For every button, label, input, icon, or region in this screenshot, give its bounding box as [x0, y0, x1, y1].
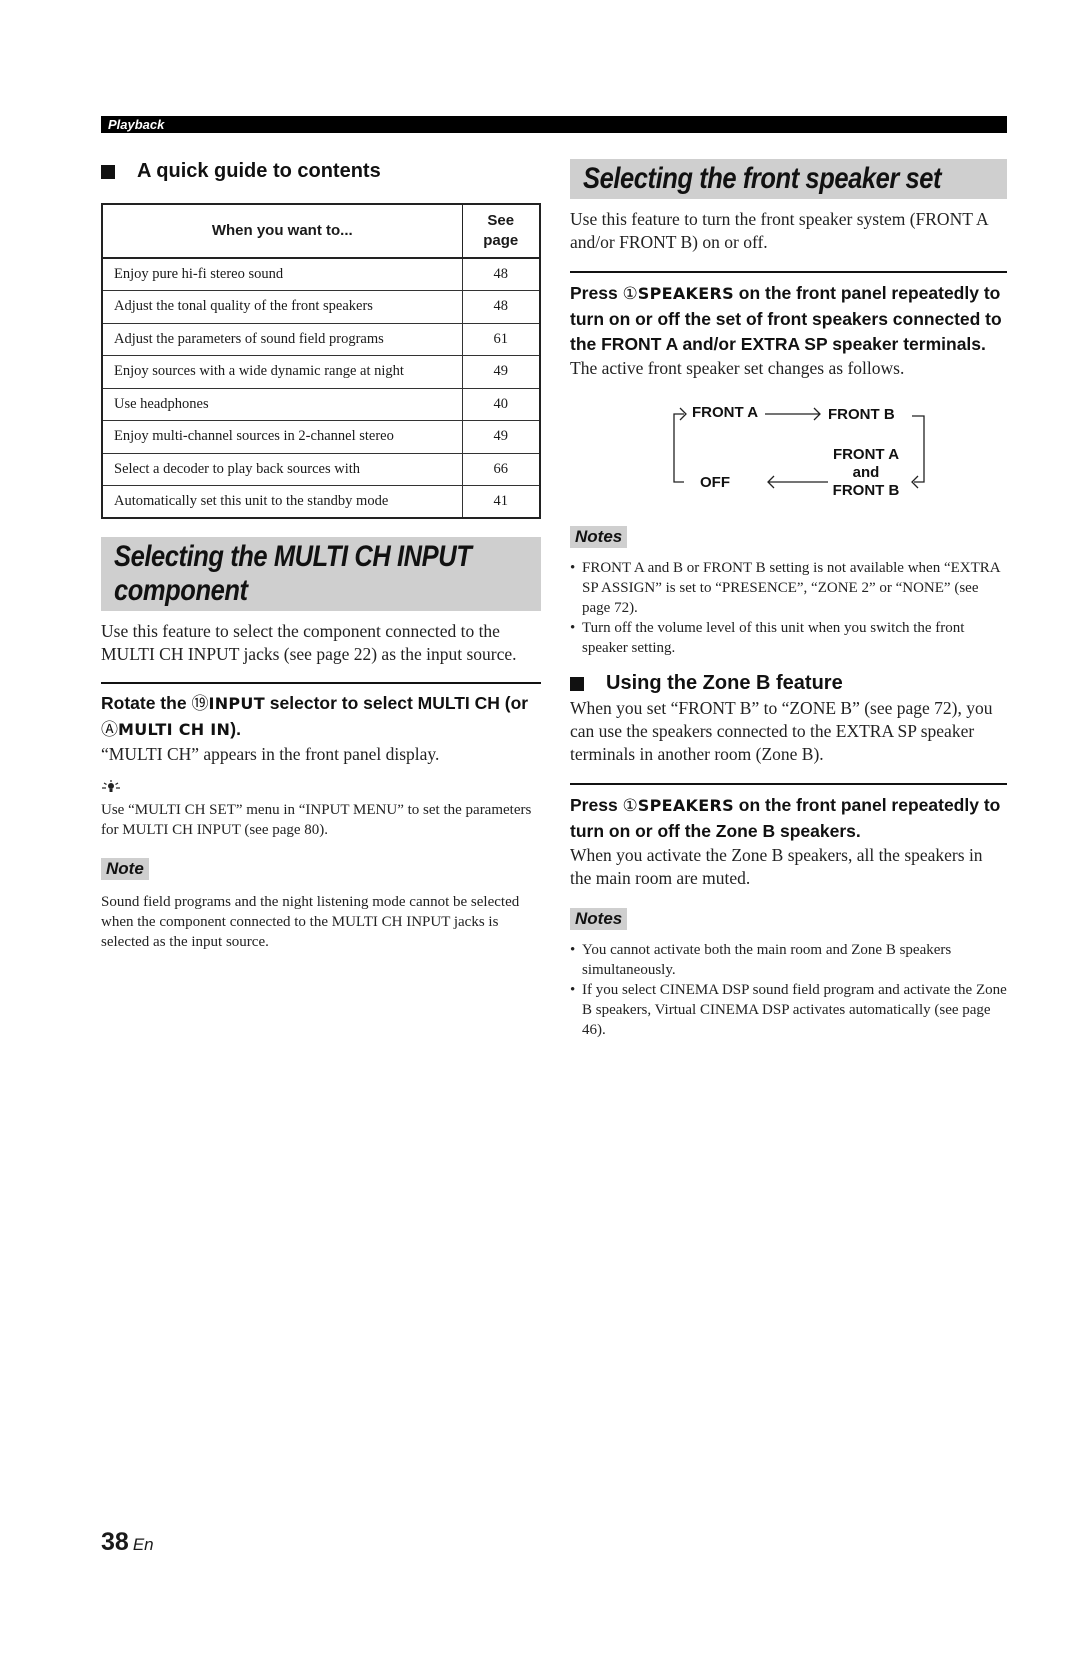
task-cell: Adjust the parameters of sound field pro… [101, 322, 463, 356]
step-divider [570, 271, 1007, 273]
page-cell: 61 [461, 322, 541, 356]
list-item: FRONT A and B or FRONT B setting is not … [570, 558, 1007, 618]
step-divider [101, 682, 541, 684]
quick-guide-heading: A quick guide to contents [101, 160, 541, 183]
speakers-key-label: SPEAKERS [637, 284, 734, 303]
task-cell: Use headphones [101, 387, 463, 421]
off-label: OFF [700, 474, 730, 491]
notes-label: Notes [570, 526, 628, 548]
speakers-button-number-icon: ① [622, 284, 638, 304]
remote-key-letter-icon: Ⓐ [101, 720, 118, 740]
table-row: Automatically set this unit to the stand… [101, 485, 541, 519]
multi-ch-result: “MULTI CH” appears in the front panel di… [101, 744, 440, 764]
input-key-label: INPUT [208, 694, 265, 713]
table-row: Select a decoder to play back sources wi… [101, 452, 541, 486]
front-speaker-intro: Use this feature to turn the front speak… [570, 209, 988, 252]
table-row: Adjust the tonal quality of the front sp… [101, 290, 541, 324]
page-number: 38 En [101, 1528, 154, 1556]
multi-ch-tip: Use “MULTI CH SET” menu in “INPUT MENU” … [101, 802, 532, 838]
task-cell: Enjoy sources with a wide dynamic range … [101, 355, 463, 389]
page-cell: 48 [461, 257, 541, 291]
front-speaker-result: The active front speaker set changes as … [570, 358, 905, 378]
speakers-button-number-icon: ① [622, 796, 638, 816]
notes-label: Notes [570, 908, 628, 930]
page-cell: 49 [461, 420, 541, 454]
task-cell: Automatically set this unit to the stand… [101, 485, 463, 519]
page-cell: 49 [461, 355, 541, 389]
task-cell: Enjoy pure hi-fi stereo sound [101, 257, 463, 291]
list-item: You cannot activate both the main room a… [570, 940, 1007, 980]
task-cell: Enjoy multi-channel sources in 2-channel… [101, 420, 463, 454]
table-row: Enjoy multi-channel sources in 2-channel… [101, 420, 541, 454]
input-selector-number-icon: ⑲ [191, 694, 209, 714]
right-column: Selecting the front speaker set Use this… [570, 159, 1007, 1040]
column-header-task: When you want to... [101, 203, 463, 259]
multi-ch-in-key-label: MULTI CH IN [118, 720, 231, 739]
table-row: Use headphones 40 [101, 387, 541, 421]
quick-guide-table: When you want to... See page Enjoy pure h… [101, 203, 541, 519]
zone-b-notes: You cannot activate both the main room a… [570, 940, 1007, 1040]
multi-ch-intro: Use this feature to select the component… [101, 621, 517, 664]
note-label: Note [101, 858, 149, 880]
zone-b-result: When you activate the Zone B speakers, a… [570, 845, 983, 888]
front-b-label: FRONT B [828, 406, 895, 423]
step-divider [570, 783, 1007, 785]
multi-ch-note: Sound field programs and the night liste… [101, 894, 520, 950]
column-header-page: See page [461, 203, 541, 259]
table-row: Enjoy pure hi-fi stereo sound 48 [101, 257, 541, 291]
multi-ch-section-title: Selecting the MULTI CH INPUT component [101, 537, 541, 611]
language-code: En [132, 1535, 154, 1554]
front-speaker-notes: FRONT A and B or FRONT B setting is not … [570, 558, 1007, 658]
table-row: Enjoy sources with a wide dynamic range … [101, 355, 541, 389]
front-speaker-step-instruction: Press ①SPEAKERS on the front panel repea… [570, 283, 1002, 354]
left-column: A quick guide to contents When you want … [101, 150, 541, 952]
speakers-key-label: SPEAKERS [637, 796, 734, 815]
page-cell: 48 [461, 290, 541, 324]
lightbulb-tip-icon [101, 780, 541, 798]
speaker-cycle-diagram: FRONT A FRONT B FRONT A and FRONT B OFF [660, 400, 960, 510]
zone-b-intro: When you set “FRONT B” to “ZONE B” (see … [570, 698, 993, 764]
multi-ch-step-instruction: Rotate the ⑲INPUT selector to select MUL… [101, 693, 529, 740]
square-bullet-icon [101, 164, 115, 179]
page-cell: 41 [461, 485, 541, 519]
table-header-row: When you want to... See page [101, 203, 541, 259]
task-cell: Select a decoder to play back sources wi… [101, 452, 463, 486]
section-label: Playback [108, 117, 165, 132]
zone-b-step-instruction: Press ①SPEAKERS on the front panel repea… [570, 795, 1001, 841]
table-row: Adjust the parameters of sound field pro… [101, 322, 541, 356]
front-a-and-b-label: FRONT A and FRONT B [832, 446, 900, 499]
square-bullet-icon [570, 676, 584, 691]
task-cell: Adjust the tonal quality of the front sp… [101, 290, 463, 324]
front-a-label: FRONT A [692, 404, 759, 421]
section-header-bar: Playback [101, 116, 1007, 133]
list-item: Turn off the volume level of this unit w… [570, 618, 1007, 658]
front-speaker-section-title: Selecting the front speaker set [570, 159, 1007, 199]
page-cell: 66 [461, 452, 541, 486]
zone-b-heading: Using the Zone B feature [570, 672, 1007, 695]
list-item: If you select CINEMA DSP sound field pro… [570, 980, 1007, 1040]
page-cell: 40 [461, 387, 541, 421]
